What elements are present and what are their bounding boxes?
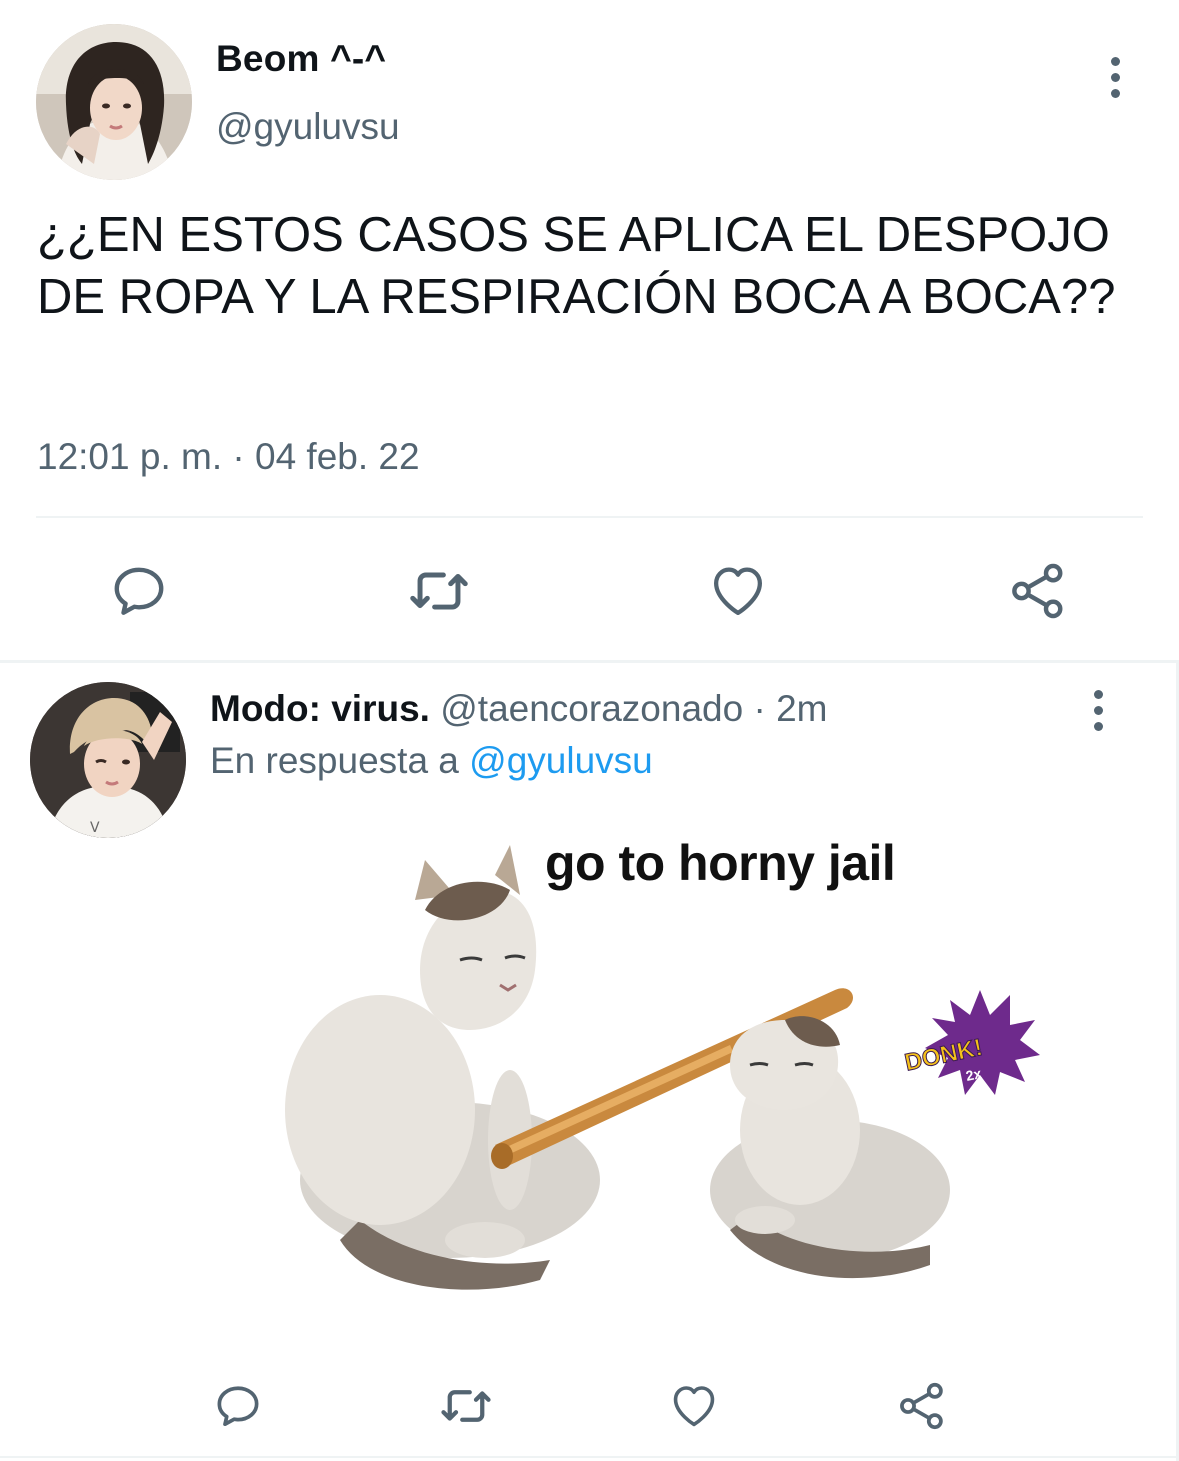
reply-tweet-avatar[interactable]: V (30, 682, 186, 838)
share-icon (900, 1382, 943, 1430)
like-button[interactable] (703, 556, 773, 626)
reply-button[interactable] (208, 1376, 268, 1436)
share-icon (1012, 563, 1063, 619)
reply-tweet-media-image[interactable]: DONK! 2x (210, 820, 1140, 1340)
reply-context-mention-link[interactable]: @gyuluvsu (469, 740, 653, 781)
main-tweet-timestamp[interactable]: 12:01 p. m. · 04 feb. 22 (37, 436, 420, 478)
main-tweet-avatar[interactable] (36, 24, 192, 180)
meta-separator: · (743, 688, 777, 729)
reply-context: En respuesta a @gyuluvsu (210, 740, 653, 782)
divider (0, 1456, 1179, 1458)
share-button[interactable] (1003, 556, 1073, 626)
section-divider (0, 660, 1179, 663)
reply-context-prefix: En respuesta a (210, 740, 470, 781)
reply-button[interactable] (104, 556, 174, 626)
reply-tweet-display-name[interactable]: Modo: virus. (210, 688, 430, 729)
kebab-menu-icon (1093, 706, 1103, 715)
divider (36, 516, 1143, 518)
main-tweet-display-name[interactable]: Beom ^-^ (216, 38, 386, 80)
svg-text:V: V (90, 820, 100, 836)
reply-icon (217, 1386, 259, 1427)
tweet-date: 04 feb. 22 (255, 436, 420, 477)
main-tweet-handle[interactable]: @gyuluvsu (216, 106, 400, 148)
meme-illustration: DONK! 2x (210, 820, 1140, 1340)
main-tweet-more-button[interactable] (1105, 57, 1125, 98)
kebab-menu-icon (1093, 690, 1103, 699)
like-icon (673, 1386, 715, 1427)
reply-tweet-header: Modo: virus. @taencorazonado · 2m (210, 688, 827, 730)
retweet-icon (441, 1390, 491, 1422)
user-photo-avatar-icon: V (30, 682, 186, 838)
kebab-menu-icon (1093, 722, 1103, 731)
retweet-button[interactable] (404, 556, 474, 626)
tweet-time: 12:01 p. m. (37, 436, 223, 477)
reply-tweet-handle[interactable]: @taencorazonado (440, 688, 743, 729)
share-button[interactable] (892, 1376, 952, 1436)
retweet-button[interactable] (436, 1376, 496, 1436)
reply-icon (114, 567, 164, 615)
kebab-menu-icon (1110, 73, 1120, 82)
kebab-menu-icon (1110, 57, 1120, 66)
meta-separator: · (222, 436, 255, 477)
meme-caption: go to horny jail (545, 835, 896, 891)
main-tweet-text: ¿¿EN ESTOS CASOS SE APLICA EL DESPOJO DE… (37, 208, 1124, 324)
like-icon (714, 567, 762, 615)
user-photo-avatar-icon (36, 24, 192, 180)
retweet-icon (410, 572, 468, 610)
kebab-menu-icon (1110, 89, 1120, 98)
reply-tweet-time[interactable]: 2m (776, 688, 827, 729)
reply-tweet-more-button[interactable] (1088, 690, 1108, 731)
like-button[interactable] (664, 1376, 724, 1436)
